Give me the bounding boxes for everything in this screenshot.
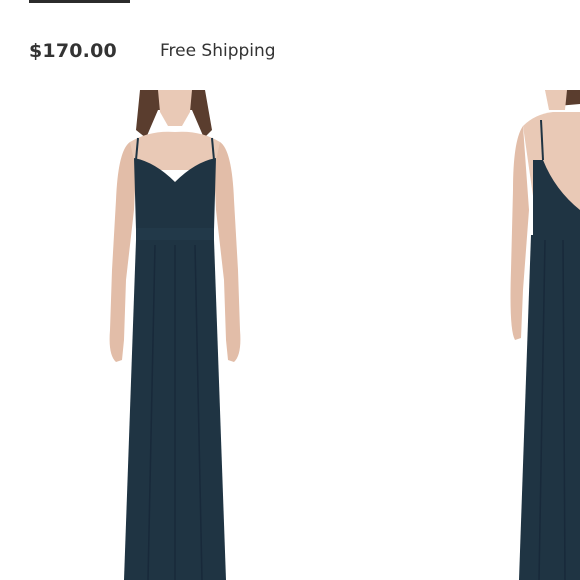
tab-indicator bbox=[29, 0, 130, 3]
product-image-carousel[interactable] bbox=[0, 90, 580, 580]
dress-back-image bbox=[510, 90, 580, 580]
product-image-back[interactable] bbox=[505, 90, 580, 580]
product-image-front[interactable] bbox=[100, 90, 250, 580]
shipping-label: Free Shipping bbox=[159, 41, 276, 61]
dress-front-image bbox=[109, 90, 241, 580]
price-row: $170.00 Free Shipping bbox=[29, 36, 276, 66]
price-label: $170.00 bbox=[29, 40, 117, 62]
